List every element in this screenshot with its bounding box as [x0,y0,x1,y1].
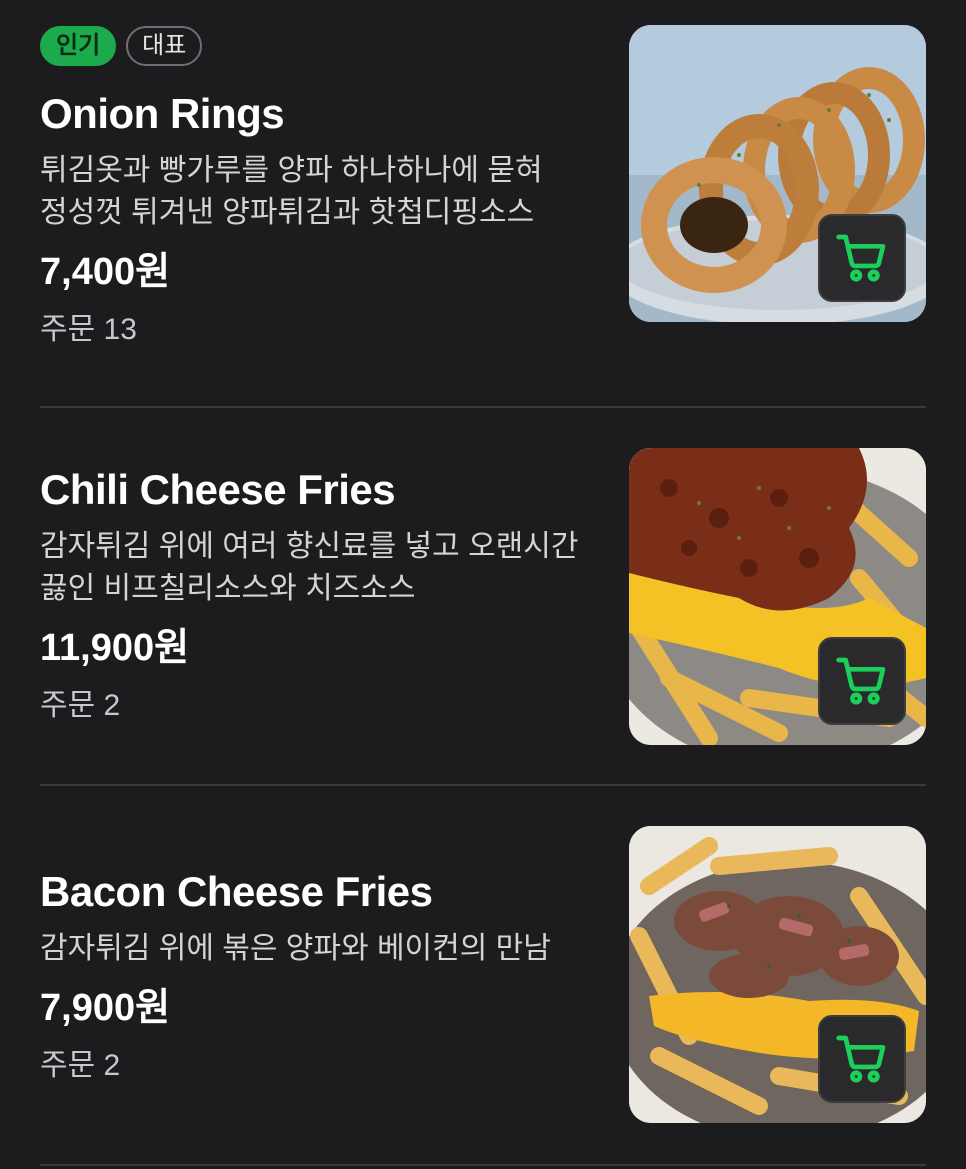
item-name: Onion Rings [40,90,285,137]
item-price: 7,900원 [40,987,171,1029]
chili-cheese-fries-photo[interactable] [629,448,926,745]
menu-item[interactable]: 인기 대표 Onion Rings 튀김옷과 빵가루를 양파 하나하나에 묻혀 … [0,0,966,408]
item-order-count: 주문 2 [40,1049,121,1082]
signature-badge: 대표 [126,26,203,66]
badge-group: 인기 대표 [40,26,203,66]
popular-badge: 인기 [40,26,117,66]
add-to-cart-button[interactable] [818,1015,906,1103]
cart-icon [836,657,886,705]
onion-rings-photo[interactable] [629,25,926,322]
item-price: 11,900원 [40,627,190,669]
cart-icon [836,234,886,282]
item-order-count: 주문 2 [40,689,121,722]
menu-item[interactable]: Bacon Cheese Fries 감자튀김 위에 볶은 양파와 베이컨의 만… [0,786,966,1166]
item-order-count: 주문 13 [40,313,137,346]
item-description: 감자튀김 위에 여러 향신료를 넣고 오랜시간 끓인 비프칠리소스와 치즈소스 [40,530,579,605]
menu-item[interactable]: Chili Cheese Fries 감자튀김 위에 여러 향신료를 넣고 오랜… [0,408,966,786]
item-description: 감자튀김 위에 볶은 양파와 베이컨의 만남 [40,932,551,965]
cart-icon [836,1035,886,1083]
item-info: Chili Cheese Fries 감자튀김 위에 여러 향신료를 넣고 오랜… [40,464,600,726]
item-name: Bacon Cheese Fries [40,868,433,915]
add-to-cart-button[interactable] [818,637,906,725]
item-info: Bacon Cheese Fries 감자튀김 위에 볶은 양파와 베이컨의 만… [40,866,600,1086]
item-description: 튀김옷과 빵가루를 양파 하나하나에 묻혀 정성껏 튀겨낸 양파튀김과 핫첩디핑… [40,154,543,229]
add-to-cart-button[interactable] [818,214,906,302]
bacon-cheese-fries-photo[interactable] [629,826,926,1123]
divider [40,1164,926,1166]
item-price: 7,400원 [40,251,171,293]
item-name: Chili Cheese Fries [40,466,396,513]
item-info: Onion Rings 튀김옷과 빵가루를 양파 하나하나에 묻혀 정성껏 튀겨… [40,88,600,350]
